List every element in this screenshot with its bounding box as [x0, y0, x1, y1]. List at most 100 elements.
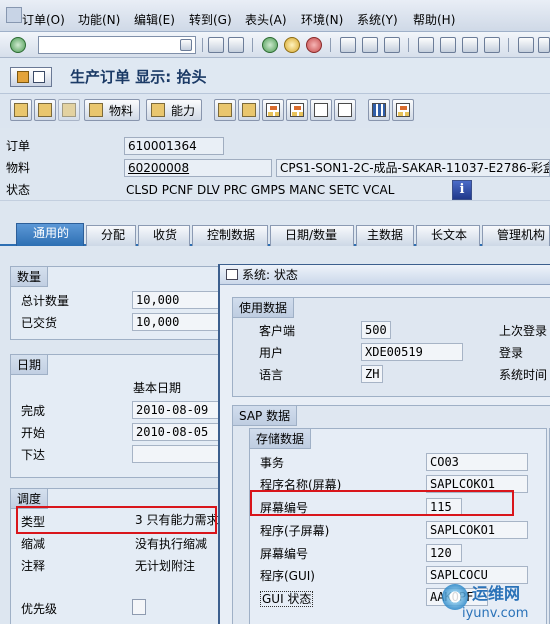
new-session-icon[interactable]	[518, 37, 534, 53]
order-icon	[17, 71, 29, 83]
delivered-field[interactable]: 10,000	[132, 313, 222, 331]
reduction-label: 缩减	[21, 537, 46, 551]
operations-button[interactable]	[34, 99, 56, 121]
find-icon[interactable]	[362, 37, 378, 53]
exit-icon[interactable]	[284, 37, 300, 53]
system-status-dialog: 系统: 状态 使用数据 客户端 500 上次登录 用户 XDE00519 登录 …	[218, 264, 550, 624]
menu-header[interactable]: 表头(A)	[245, 13, 287, 27]
menu-environment[interactable]: 环境(N)	[301, 13, 343, 27]
material-field[interactable]: 60200008	[124, 159, 272, 177]
order-field[interactable]: 610001364	[124, 137, 224, 155]
subscreen-number-label: 屏幕编号	[260, 547, 309, 561]
back-icon[interactable]	[262, 37, 278, 53]
priority-field[interactable]	[132, 599, 146, 615]
material-button[interactable]: 物料	[84, 99, 140, 121]
total-quantity-field[interactable]: 10,000	[132, 291, 222, 309]
quantity-panel: 数量 总计数量 10,000 已交货 10,000	[10, 266, 225, 340]
quantity-panel-title: 数量	[11, 267, 49, 287]
menu-function[interactable]: 功能(N)	[78, 13, 120, 27]
toolbar-separator	[508, 38, 509, 52]
tab-long-text[interactable]: 长文本	[416, 225, 480, 246]
print-icon[interactable]	[340, 37, 356, 53]
program-subscreen-field[interactable]: SAPLCOKO1	[426, 521, 528, 539]
previous-page-icon[interactable]	[440, 37, 456, 53]
document-links-button[interactable]	[310, 99, 332, 121]
sap-data-title: SAP 数据	[233, 406, 298, 426]
transaction-field[interactable]: CO03	[426, 453, 528, 471]
dates-panel: 日期 基本日期 完成 2010-08-09 开始 2010-08-05 下达	[10, 354, 225, 478]
login-label: 登录	[499, 346, 524, 360]
menu-system[interactable]: 系统(Y)	[357, 13, 398, 27]
sequences-icon	[218, 103, 232, 117]
first-page-icon[interactable]	[418, 37, 434, 53]
command-field[interactable]	[38, 36, 196, 54]
log-button[interactable]	[334, 99, 356, 121]
components-button[interactable]	[58, 99, 80, 121]
next-page-icon[interactable]	[462, 37, 478, 53]
table-button[interactable]	[368, 99, 390, 121]
tab-control-data[interactable]: 控制数据	[192, 225, 268, 246]
dialog-title: 系统: 状态	[242, 268, 298, 282]
user-field[interactable]: XDE00519	[361, 343, 463, 361]
application-toolbar: 物料 能力	[0, 94, 550, 128]
note-label: 注释	[21, 559, 46, 573]
network-button[interactable]	[392, 99, 414, 121]
structure-button[interactable]	[262, 99, 284, 121]
document-links-icon	[314, 103, 328, 117]
tab-dates-quantities[interactable]: 日期/数量	[270, 225, 354, 246]
tab-management[interactable]: 管理机构	[482, 225, 550, 246]
menu-help[interactable]: 帮助(H)	[413, 13, 455, 27]
order-label: 订单	[6, 139, 31, 153]
display-document-icon[interactable]	[10, 67, 52, 87]
prt-button[interactable]	[238, 99, 260, 121]
enter-icon[interactable]	[10, 37, 26, 53]
find-next-icon[interactable]	[384, 37, 400, 53]
cancel-icon[interactable]	[306, 37, 322, 53]
status-label: 状态	[6, 183, 31, 197]
tab-assignment[interactable]: 分配	[86, 225, 136, 246]
start-date-field[interactable]: 2010-08-05	[132, 423, 222, 441]
highlight-type-box	[16, 506, 217, 534]
menu-edit[interactable]: 编辑(E)	[134, 13, 175, 27]
log-icon	[338, 103, 352, 117]
priority-label: 优先级	[21, 602, 58, 616]
menu-goto[interactable]: 转到(G)	[189, 13, 232, 27]
save-icon[interactable]	[228, 37, 244, 53]
watermark-url: iyunv.com	[462, 606, 529, 621]
system-time-label: 系统时间	[499, 368, 548, 382]
toolbar-separator	[408, 38, 409, 52]
tab-general[interactable]: 通用的	[16, 223, 84, 246]
toolbar-separator	[330, 38, 331, 52]
menu-order[interactable]: 订单(O)	[22, 13, 65, 27]
tab-master-data[interactable]: 主数据	[356, 225, 414, 246]
subscreen-number-field[interactable]: 120	[426, 544, 462, 562]
dialog-title-bar: 系统: 状态	[220, 265, 550, 285]
gui-status-label: GUI 状态	[260, 591, 314, 607]
highlight-screen-number-box	[250, 490, 514, 516]
client-field[interactable]: 500	[361, 321, 391, 339]
watermark: 运维网 iyunv.com	[440, 582, 550, 624]
shortcut-icon[interactable]	[538, 37, 550, 53]
finish-date-label: 完成	[21, 404, 46, 418]
sap-window-icon[interactable]	[6, 7, 22, 23]
command-history-icon[interactable]	[180, 39, 192, 51]
client-label: 客户端	[259, 324, 296, 338]
material-description: CPS1-SON1-2C-成品-SAKAR-11037-E2786-彩盒包装	[276, 159, 550, 177]
last-login-label: 上次登录	[499, 324, 548, 338]
release-date-field[interactable]	[132, 445, 222, 463]
finish-date-field[interactable]: 2010-08-09	[132, 401, 222, 419]
overview-button[interactable]	[10, 99, 32, 121]
language-field[interactable]: ZH	[361, 365, 383, 383]
last-page-icon[interactable]	[484, 37, 500, 53]
tab-goods-receipt[interactable]: 收货	[138, 225, 190, 246]
user-label: 用户	[259, 346, 284, 360]
hierarchy-button[interactable]	[286, 99, 308, 121]
basic-date-label: 基本日期	[133, 381, 182, 395]
back-arrow-icon[interactable]	[208, 37, 224, 53]
sequences-button[interactable]	[214, 99, 236, 121]
info-icon[interactable]: i	[452, 180, 472, 200]
standard-toolbar	[0, 32, 550, 58]
capacity-button[interactable]: 能力	[146, 99, 202, 121]
repository-data-title: 存储数据	[250, 429, 312, 449]
total-quantity-label: 总计数量	[21, 294, 70, 308]
